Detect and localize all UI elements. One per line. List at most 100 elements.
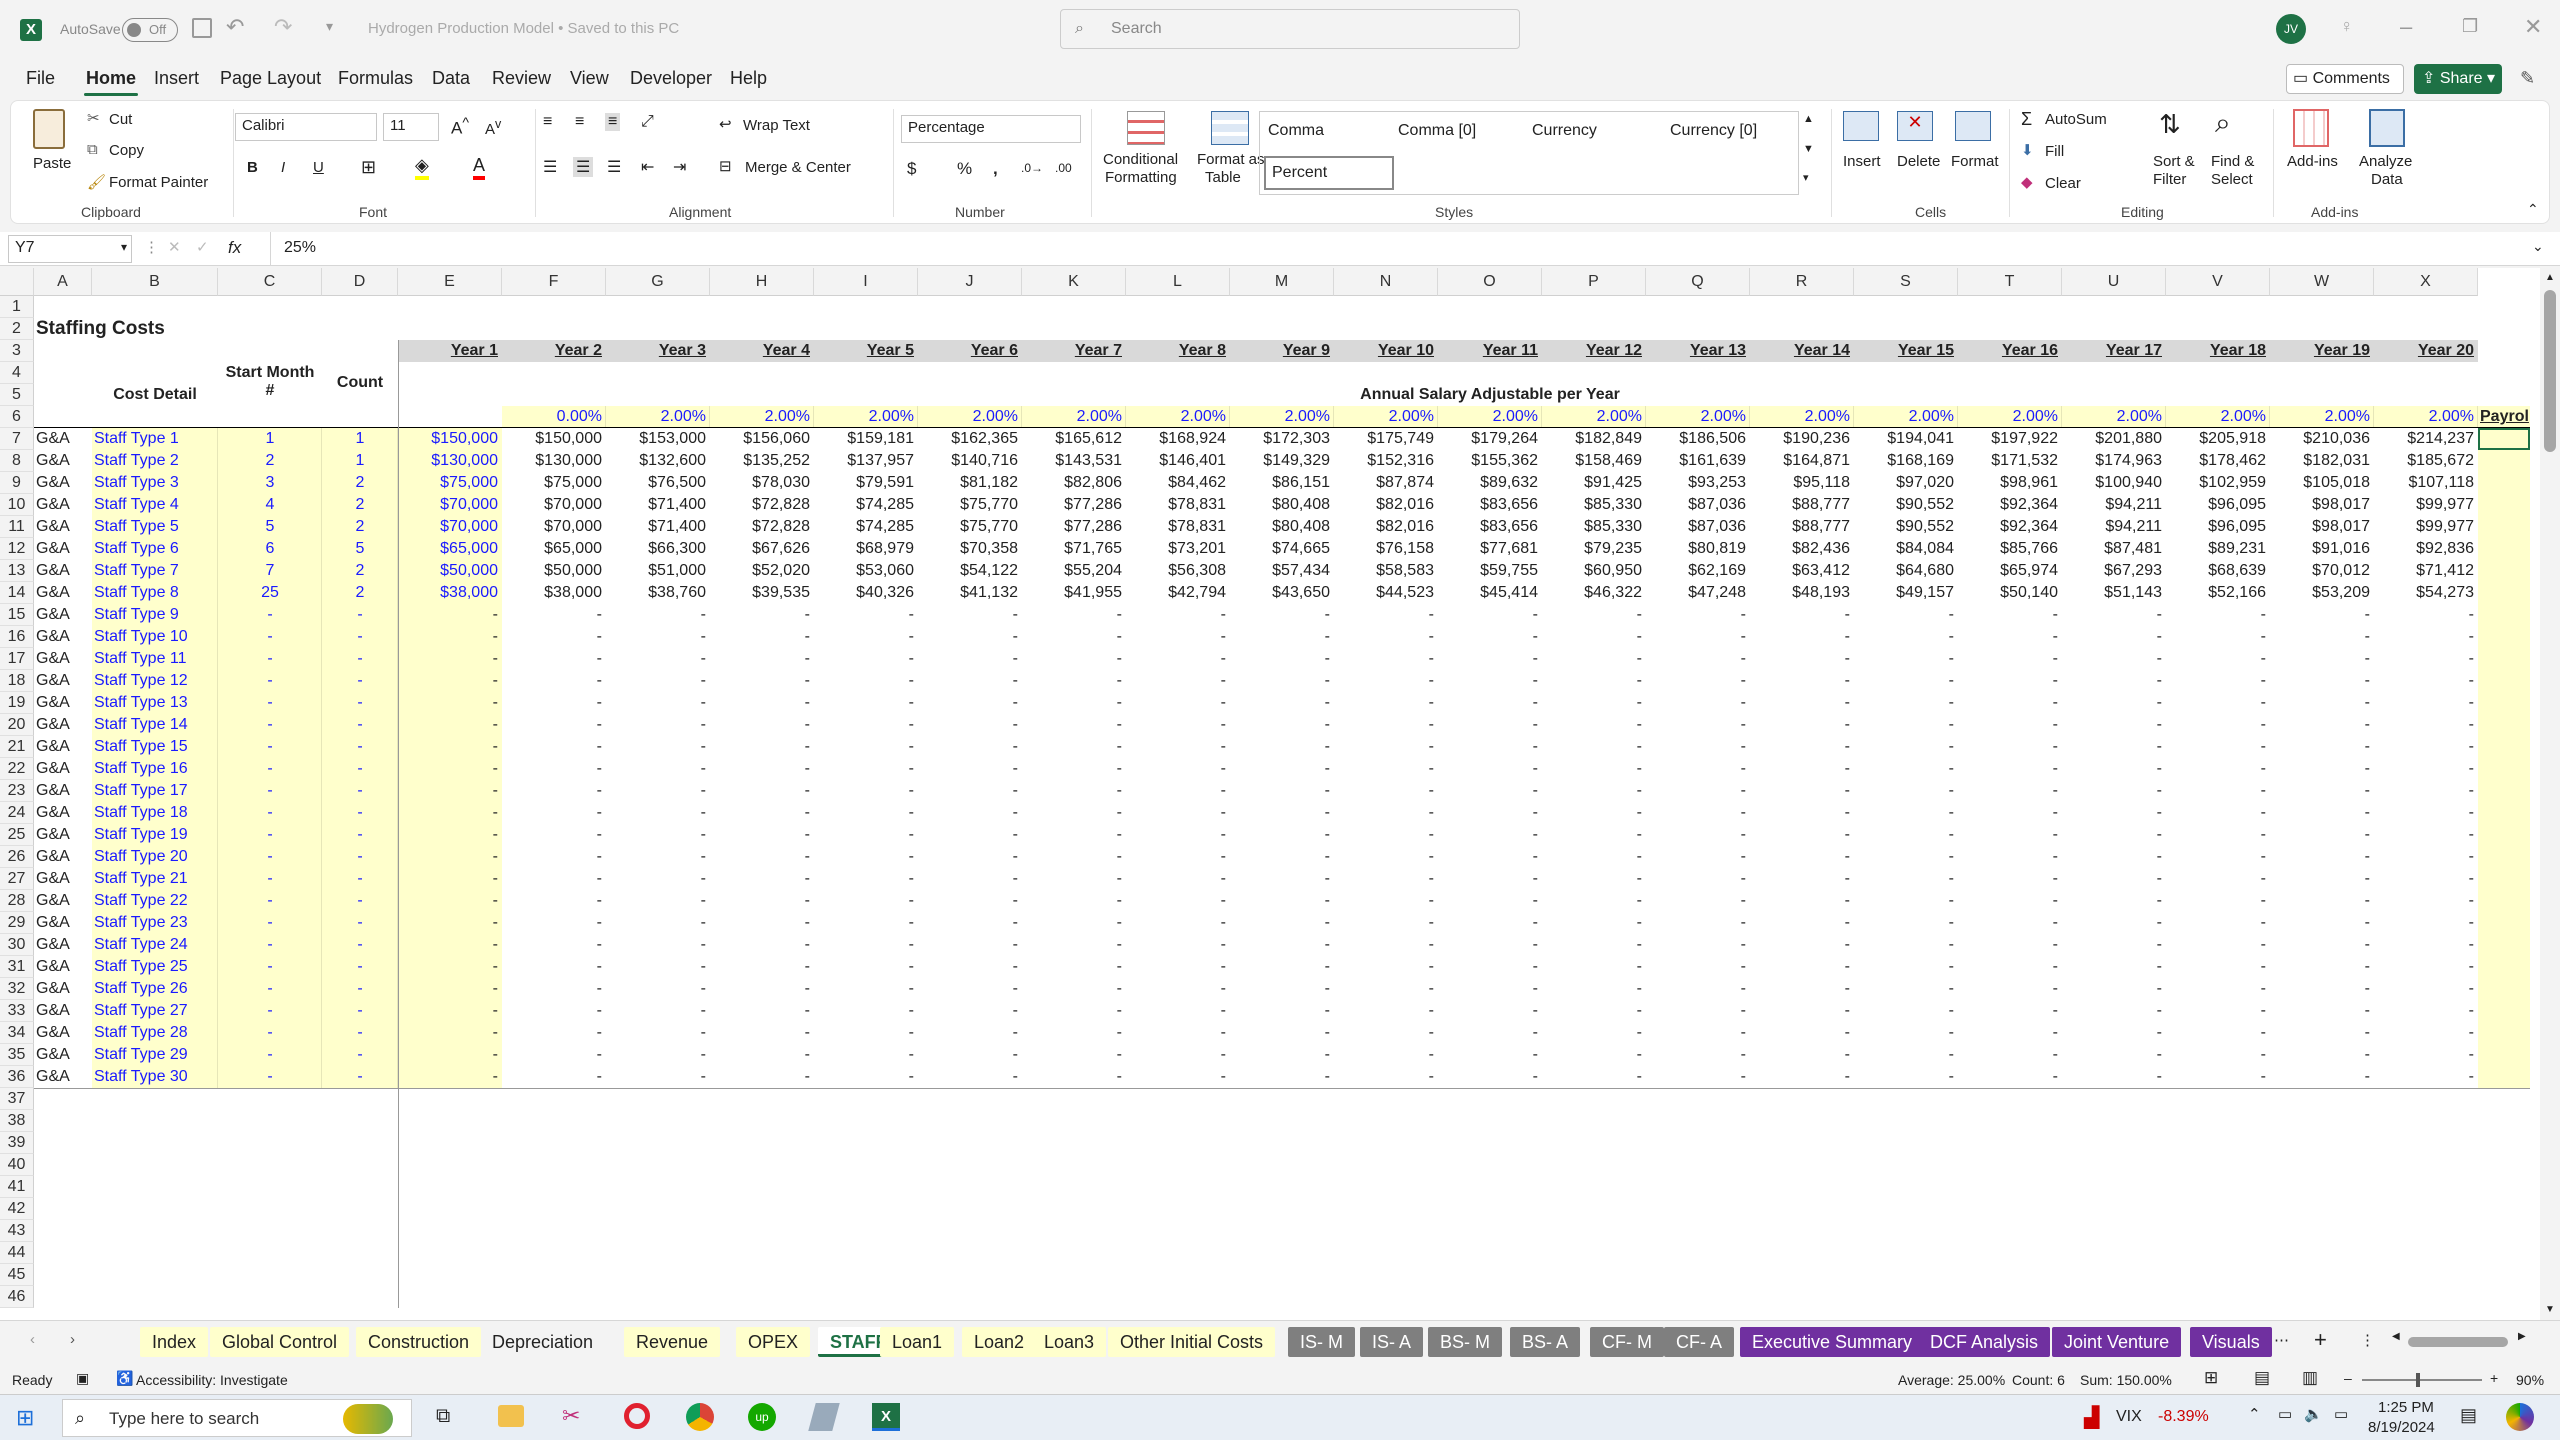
cell-salary[interactable]: $182,849	[1542, 428, 1646, 450]
cell-salary[interactable]: -	[1854, 1000, 1958, 1022]
cell-salary[interactable]: -	[606, 802, 710, 824]
row-header-14[interactable]: 14	[0, 582, 34, 604]
cell-salary[interactable]: $150,000	[398, 428, 502, 450]
zoom-in-icon[interactable]: +	[2490, 1370, 2498, 1386]
cell-salary[interactable]: -	[918, 1066, 1022, 1088]
row-header-4[interactable]: 4	[0, 362, 34, 384]
cell-salary[interactable]: $79,591	[814, 472, 918, 494]
cell-salary[interactable]: -	[2374, 736, 2478, 758]
tray-display-icon[interactable]: ▭	[2334, 1405, 2348, 1423]
cell-salary[interactable]: -	[1542, 780, 1646, 802]
cell-salary[interactable]: -	[2062, 1022, 2166, 1044]
cell-salary[interactable]: -	[2062, 1000, 2166, 1022]
cell-salary[interactable]: -	[918, 648, 1022, 670]
cell-count[interactable]: -	[322, 978, 398, 1000]
cell-start-month[interactable]: -	[218, 1044, 322, 1066]
cell-start-month[interactable]: 2	[218, 450, 322, 472]
cell-salary[interactable]: $84,084	[1854, 538, 1958, 560]
cell-category[interactable]: G&A	[36, 780, 92, 802]
clock-date[interactable]: 8/19/2024	[2368, 1419, 2435, 1436]
close-icon[interactable]: ✕	[2524, 14, 2542, 40]
cell-salary[interactable]: -	[814, 1066, 918, 1088]
cell-salary[interactable]: $50,140	[1958, 582, 2062, 604]
cell-salary[interactable]: -	[710, 780, 814, 802]
cell-salary[interactable]: $99,977	[2374, 494, 2478, 516]
cell-salary[interactable]: -	[918, 868, 1022, 890]
sheet-tab-revenue[interactable]: Revenue	[624, 1327, 721, 1357]
redo-icon[interactable]: ↷	[274, 14, 292, 40]
column-header-K[interactable]: K	[1022, 268, 1126, 296]
cell-salary[interactable]: -	[2062, 912, 2166, 934]
cell-salary[interactable]: -	[1334, 626, 1438, 648]
conditional-formatting-label2[interactable]: Formatting	[1105, 169, 1177, 186]
cell-salary[interactable]: -	[2374, 890, 2478, 912]
cell-salary[interactable]: -	[2062, 604, 2166, 626]
cell-salary[interactable]: $70,358	[918, 538, 1022, 560]
cell-category[interactable]: G&A	[36, 824, 92, 846]
select-all-corner[interactable]	[0, 268, 34, 296]
row-header-33[interactable]: 33	[0, 1000, 34, 1022]
cell-salary[interactable]: -	[398, 846, 502, 868]
formula-input[interactable]: 25%	[284, 239, 316, 257]
cell-salary[interactable]: -	[1438, 1044, 1542, 1066]
share-button[interactable]: ⇪ Share ▾	[2414, 64, 2502, 94]
column-header-N[interactable]: N	[1334, 268, 1438, 296]
cell-category[interactable]: G&A	[36, 758, 92, 780]
cell-salary[interactable]: -	[1646, 736, 1750, 758]
cell-count[interactable]: -	[322, 604, 398, 626]
cell-salary[interactable]: $54,273	[2374, 582, 2478, 604]
cell-salary[interactable]: -	[1542, 1044, 1646, 1066]
cell-salary[interactable]: -	[1750, 934, 1854, 956]
cell-salary[interactable]: -	[606, 868, 710, 890]
insert-cells-icon[interactable]	[1843, 111, 1879, 141]
tray-network-icon[interactable]: ▭	[2278, 1405, 2292, 1423]
cell-salary[interactable]: -	[2270, 736, 2374, 758]
cell-salary[interactable]: -	[710, 648, 814, 670]
cell-salary[interactable]: $53,060	[814, 560, 918, 582]
cell-salary[interactable]: -	[1854, 692, 1958, 714]
cell-salary[interactable]: -	[710, 956, 814, 978]
cell-start-month[interactable]: 6	[218, 538, 322, 560]
cell-salary[interactable]: -	[2374, 978, 2478, 1000]
menu-formulas[interactable]: Formulas	[334, 68, 417, 89]
cell-salary[interactable]: -	[1126, 604, 1230, 626]
cell-salary[interactable]: -	[1646, 604, 1750, 626]
row-header-1[interactable]: 1	[0, 296, 34, 318]
cell-salary[interactable]: -	[918, 912, 1022, 934]
cell-salary[interactable]: -	[1750, 1000, 1854, 1022]
growth-rate-cell[interactable]: 2.00%	[1542, 406, 1646, 428]
column-header-C[interactable]: C	[218, 268, 322, 296]
column-header-J[interactable]: J	[918, 268, 1022, 296]
cell-salary[interactable]: -	[814, 846, 918, 868]
row-header-36[interactable]: 36	[0, 1066, 34, 1088]
row-header-25[interactable]: 25	[0, 824, 34, 846]
cell-salary[interactable]: -	[1750, 1044, 1854, 1066]
cell-salary[interactable]: -	[1334, 1066, 1438, 1088]
cell-salary[interactable]: -	[1854, 758, 1958, 780]
cell-salary[interactable]: $71,765	[1022, 538, 1126, 560]
cell-staff-type[interactable]: Staff Type 22	[94, 890, 220, 912]
cell-salary[interactable]: -	[814, 956, 918, 978]
cell-salary[interactable]: -	[1646, 648, 1750, 670]
cell-salary[interactable]: -	[1646, 934, 1750, 956]
cell-salary[interactable]: -	[398, 1000, 502, 1022]
row-header-34[interactable]: 34	[0, 1022, 34, 1044]
cell-salary[interactable]: $71,412	[2374, 560, 2478, 582]
row-header-3[interactable]: 3	[0, 340, 34, 362]
worksheet-grid[interactable]: A B C D E F G H I J K L M N O P Q R S T U V W X 1 2 3 4 5 6 7 8 9 10 11 12 1…	[0, 268, 2540, 1320]
cell-salary[interactable]: -	[1438, 802, 1542, 824]
cell-salary[interactable]: -	[1646, 978, 1750, 1000]
cell-salary[interactable]: $172,303	[1230, 428, 1334, 450]
cell-salary[interactable]: -	[1438, 978, 1542, 1000]
cell-salary[interactable]: -	[2270, 758, 2374, 780]
cell-salary[interactable]: -	[2166, 956, 2270, 978]
cell-salary[interactable]: $75,770	[918, 494, 1022, 516]
cell-staff-type[interactable]: Staff Type 18	[94, 802, 220, 824]
cell-salary[interactable]: -	[606, 1000, 710, 1022]
cell-salary[interactable]: -	[1958, 802, 2062, 824]
cell-salary[interactable]: -	[1646, 1066, 1750, 1088]
cell-salary[interactable]: -	[1334, 934, 1438, 956]
cell-salary[interactable]: -	[1022, 736, 1126, 758]
cell-salary[interactable]: -	[1854, 1044, 1958, 1066]
cell-salary[interactable]: $210,036	[2270, 428, 2374, 450]
